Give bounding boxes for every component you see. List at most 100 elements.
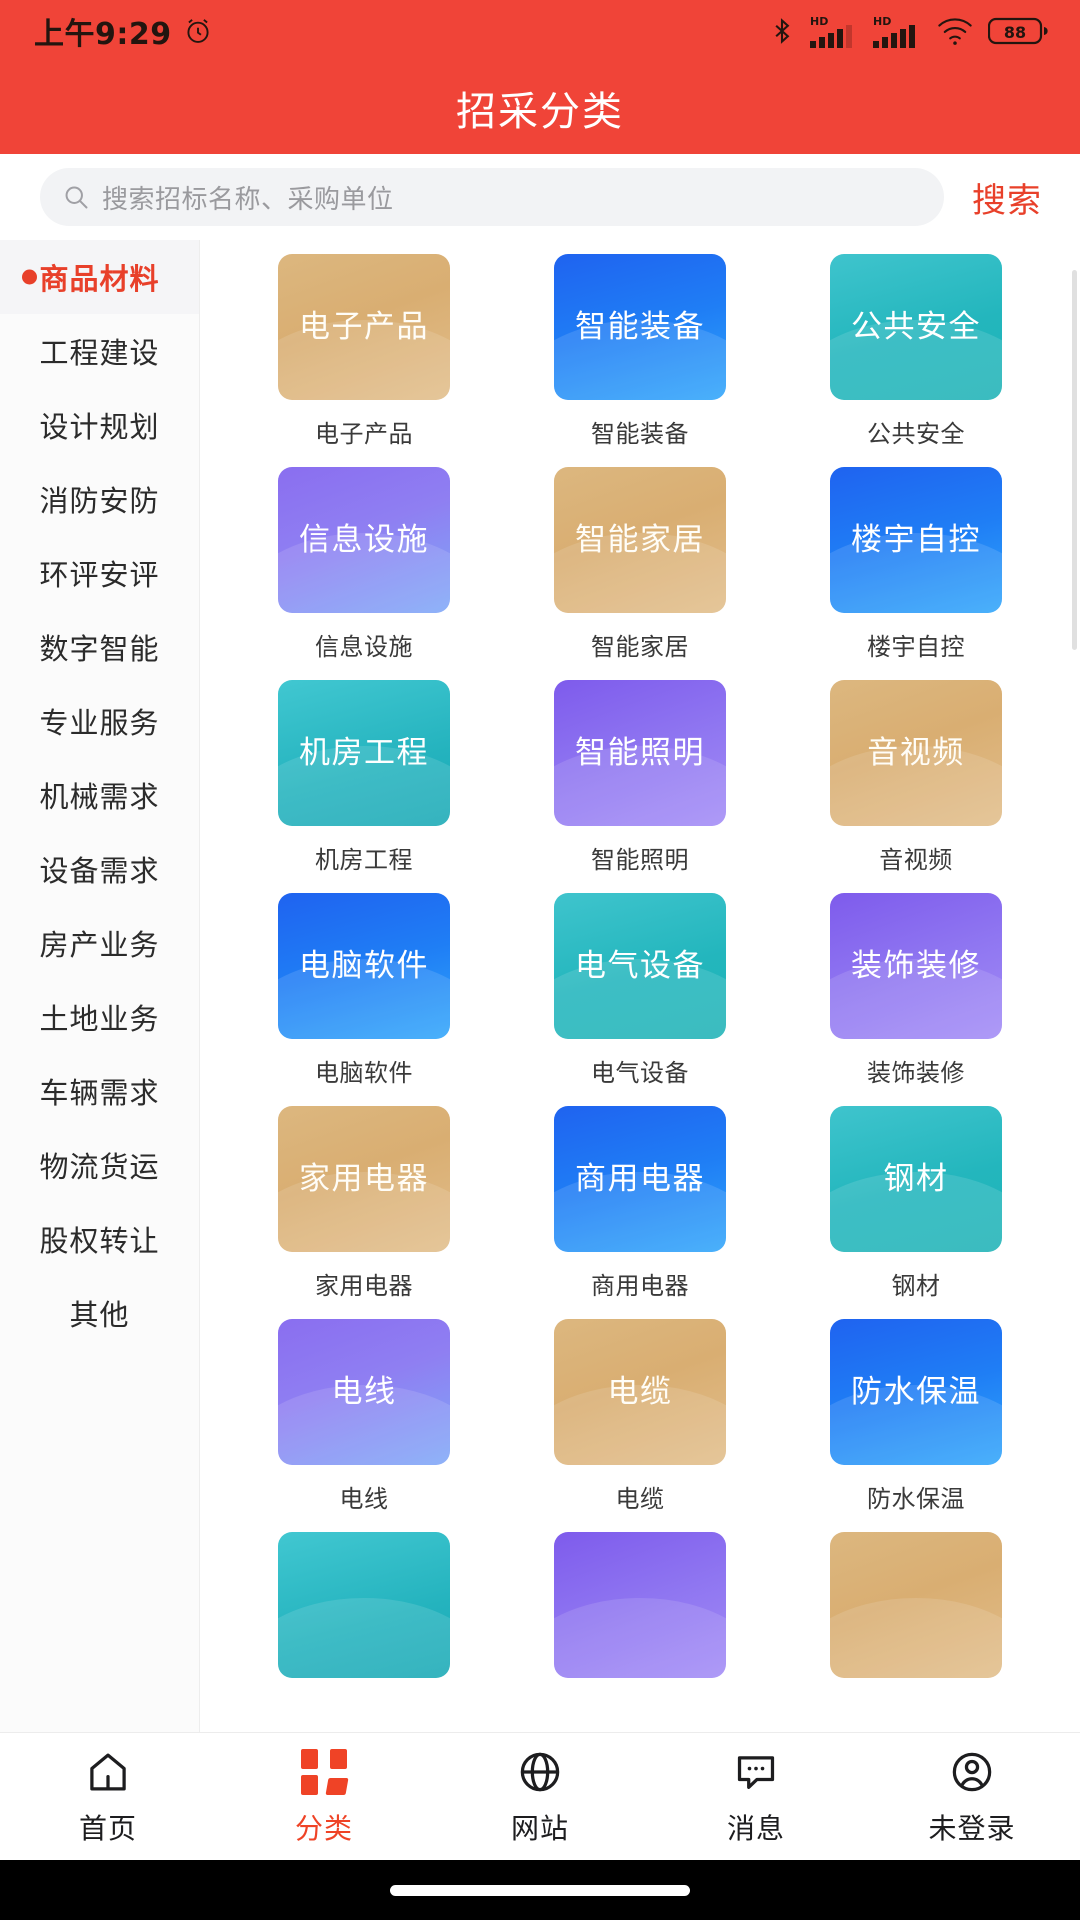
tab-label: 未登录 — [928, 1811, 1016, 1845]
home-icon — [83, 1747, 133, 1797]
sidebar-item-0[interactable]: 商品材料 — [0, 240, 199, 314]
subcategory-cell[interactable]: 公共安全 公共安全 — [778, 254, 1054, 467]
sidebar-item-label: 股权转让 — [39, 1224, 160, 1258]
subcategory-tile[interactable]: 智能照明 — [554, 680, 726, 826]
subcategory-cell[interactable]: 楼宇自控 楼宇自控 — [778, 467, 1054, 680]
subcategory-tile[interactable]: 钢材 — [830, 1106, 1002, 1252]
home-indicator-bar — [0, 1860, 1080, 1920]
sidebar-item-2[interactable]: 设计规划 — [0, 388, 199, 462]
sidebar-item-1[interactable]: 工程建设 — [0, 314, 199, 388]
tab-首页[interactable]: 首页 — [0, 1733, 216, 1860]
subcategory-cell[interactable]: 智能照明 智能照明 — [502, 680, 778, 893]
app-root: 上午9:29 HD HD 88 招采分类 搜索招标名称、采购单位 搜索 商品材料… — [0, 0, 1080, 1920]
tab-分类[interactable]: 分类 — [216, 1733, 432, 1860]
sidebar-item-3[interactable]: 消防安防 — [0, 462, 199, 536]
sidebar-item-12[interactable]: 物流货运 — [0, 1128, 199, 1202]
signal-icon-1: HD — [810, 15, 852, 48]
subcategory-tile[interactable]: 电缆 — [554, 1319, 726, 1465]
subcategory-tile[interactable]: 楼宇自控 — [830, 467, 1002, 613]
subcategory-tile[interactable]: 防水保温 — [830, 1319, 1002, 1465]
subcategory-caption: 公共安全 — [867, 420, 965, 448]
search-icon — [62, 183, 90, 211]
subcategory-caption: 电线 — [339, 1485, 389, 1513]
subcategory-caption: 智能家居 — [591, 633, 689, 661]
subcategory-cell[interactable]: 电缆 电缆 — [502, 1319, 778, 1532]
subcategory-cell[interactable]: 智能家居 智能家居 — [502, 467, 778, 680]
subcategory-tile-label: 装饰装修 — [851, 947, 981, 984]
subcategory-tile[interactable]: 商用电器 — [554, 1106, 726, 1252]
subcategory-tile-label: 智能装备 — [575, 308, 705, 345]
subcategory-tile[interactable] — [554, 1532, 726, 1678]
sidebar-item-13[interactable]: 股权转让 — [0, 1202, 199, 1276]
battery-icon: 88 — [988, 15, 1048, 47]
subcategory-tile[interactable]: 家用电器 — [278, 1106, 450, 1252]
sidebar-item-6[interactable]: 专业服务 — [0, 684, 199, 758]
subcategory-cell[interactable]: 商用电器 商用电器 — [502, 1106, 778, 1319]
subcategory-cell[interactable]: 钢材 钢材 — [778, 1106, 1054, 1319]
sidebar-item-9[interactable]: 房产业务 — [0, 906, 199, 980]
subcategory-tile[interactable]: 装饰装修 — [830, 893, 1002, 1039]
subcategory-cell[interactable]: 电脑软件 电脑软件 — [226, 893, 502, 1106]
tab-网站[interactable]: 网站 — [432, 1733, 648, 1860]
sidebar-item-4[interactable]: 环评安评 — [0, 536, 199, 610]
subcategory-tile[interactable]: 智能装备 — [554, 254, 726, 400]
subcategory-cell[interactable]: 装饰装修 装饰装修 — [778, 893, 1054, 1106]
subcategory-tile[interactable]: 电子产品 — [278, 254, 450, 400]
subcategory-tile-label: 音视频 — [867, 734, 965, 771]
tab-未登录[interactable]: 未登录 — [864, 1733, 1080, 1860]
subcategory-tile-label: 电线 — [331, 1373, 397, 1410]
sidebar-item-label: 消防安防 — [39, 484, 160, 518]
subcategory-caption: 智能装备 — [591, 420, 689, 448]
subcategory-cell[interactable]: 音视频 音视频 — [778, 680, 1054, 893]
subcategory-cell[interactable]: 电子产品 电子产品 — [226, 254, 502, 467]
sidebar-item-10[interactable]: 土地业务 — [0, 980, 199, 1054]
subcategory-cell[interactable]: 防水保温 防水保温 — [778, 1319, 1054, 1532]
subcategory-grid: 电子产品 电子产品 智能装备 智能装备 公共安全 公共安全 信息设施 信息设施 智能家居 智能家居… — [200, 240, 1080, 1710]
subcategory-tile-label: 智能照明 — [575, 734, 705, 771]
subcategory-tile[interactable]: 电线 — [278, 1319, 450, 1465]
subcategory-cell[interactable]: 信息设施 信息设施 — [226, 467, 502, 680]
home-indicator[interactable] — [390, 1884, 690, 1896]
sidebar-item-label: 设备需求 — [39, 854, 160, 888]
subcategory-tile[interactable] — [278, 1532, 450, 1678]
sidebar-item-7[interactable]: 机械需求 — [0, 758, 199, 832]
bottom-tab-bar: 首页 分类 网站 消息 未登录 — [0, 1732, 1080, 1860]
subcategory-tile[interactable]: 电脑软件 — [278, 893, 450, 1039]
subcategory-cell[interactable]: 电线 电线 — [226, 1319, 502, 1532]
sidebar-item-8[interactable]: 设备需求 — [0, 832, 199, 906]
subcategory-cell[interactable]: 智能装备 智能装备 — [502, 254, 778, 467]
subcategory-tile[interactable]: 机房工程 — [278, 680, 450, 826]
sidebar-item-14[interactable]: 其他 — [0, 1276, 199, 1350]
subcategory-cell[interactable] — [778, 1532, 1054, 1710]
subcategory-cell[interactable] — [502, 1532, 778, 1710]
search-button[interactable]: 搜索 — [958, 173, 1060, 222]
sidebar-item-5[interactable]: 数字智能 — [0, 610, 199, 684]
status-bar-right: HD HD 88 — [768, 13, 1050, 49]
subcategory-cell[interactable]: 机房工程 机房工程 — [226, 680, 502, 893]
subcategory-cell[interactable]: 家用电器 家用电器 — [226, 1106, 502, 1319]
subcategory-caption: 音视频 — [879, 846, 953, 874]
category-sidebar[interactable]: 商品材料 工程建设 设计规划消防安防环评安评数字智能 专业服务 机械需求设备需求房产业务… — [0, 240, 200, 1732]
subcategory-tile[interactable] — [830, 1532, 1002, 1678]
tab-消息[interactable]: 消息 — [648, 1733, 864, 1860]
tab-label: 消息 — [726, 1811, 785, 1845]
subcategory-cell[interactable] — [226, 1532, 502, 1710]
search-input[interactable]: 搜索招标名称、采购单位 — [40, 168, 944, 226]
vertical-scrollbar[interactable] — [1072, 270, 1077, 650]
subcategory-tile[interactable]: 音视频 — [830, 680, 1002, 826]
subcategory-tile[interactable]: 电气设备 — [554, 893, 726, 1039]
subcategory-tile[interactable]: 信息设施 — [278, 467, 450, 613]
subcategory-tile[interactable]: 公共安全 — [830, 254, 1002, 400]
sidebar-active-dot — [22, 269, 37, 285]
subcategory-caption: 电脑软件 — [315, 1059, 413, 1087]
tab-label: 网站 — [510, 1811, 569, 1845]
subcategory-tile[interactable]: 智能家居 — [554, 467, 726, 613]
alarm-icon — [182, 15, 214, 47]
subcategory-cell[interactable]: 电气设备 电气设备 — [502, 893, 778, 1106]
subcategory-caption: 电气设备 — [591, 1059, 689, 1087]
sidebar-item-label: 环评安评 — [39, 558, 160, 592]
tab-label: 首页 — [78, 1811, 137, 1845]
sidebar-item-11[interactable]: 车辆需求 — [0, 1054, 199, 1128]
subcategory-caption: 防水保温 — [867, 1485, 965, 1513]
status-bar-left: 上午9:29 — [34, 9, 214, 53]
